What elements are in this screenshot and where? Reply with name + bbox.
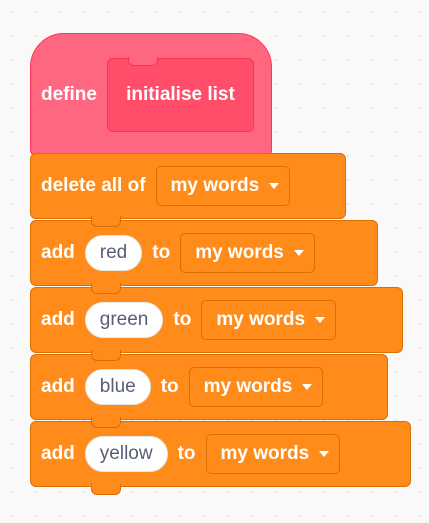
add-keyword: add: [41, 376, 75, 397]
list-dropdown-value: my words: [170, 175, 260, 196]
add-to-list-block[interactable]: add green to my words: [30, 287, 403, 361]
to-keyword: to: [177, 443, 196, 464]
item-input[interactable]: green: [84, 302, 164, 338]
define-keyword: define: [41, 83, 97, 105]
block-tab: [91, 350, 121, 361]
list-dropdown[interactable]: my words: [201, 300, 337, 340]
list-dropdown-value: my words: [216, 309, 306, 330]
custom-block-name: initialise list: [126, 83, 235, 105]
dropdown-arrow-icon: [269, 183, 280, 189]
list-dropdown[interactable]: my words: [205, 434, 341, 474]
list-dropdown[interactable]: my words: [180, 233, 315, 273]
delete-all-block[interactable]: delete all of my words: [30, 153, 346, 227]
block-tab: [91, 283, 121, 294]
add-to-list-block[interactable]: add red to my words: [30, 220, 378, 294]
dropdown-arrow-icon: [315, 317, 326, 323]
block-tab: [91, 417, 121, 428]
list-dropdown-value: my words: [220, 443, 310, 464]
add-to-list-block[interactable]: add yellow to my words: [30, 421, 411, 495]
dropdown-arrow-icon: [319, 451, 330, 457]
to-keyword: to: [173, 309, 192, 330]
add-keyword: add: [41, 309, 75, 330]
to-keyword: to: [160, 376, 179, 397]
dropdown-arrow-icon: [302, 384, 313, 390]
item-input-value: blue: [99, 376, 136, 397]
list-dropdown-value: my words: [203, 376, 293, 397]
item-input-value: yellow: [99, 443, 153, 464]
block-tab: [91, 484, 121, 495]
dropdown-arrow-icon: [293, 250, 304, 256]
list-dropdown[interactable]: my words: [188, 367, 324, 407]
add-keyword: add: [41, 443, 75, 464]
item-input[interactable]: red: [84, 235, 143, 271]
item-input[interactable]: blue: [84, 369, 151, 405]
item-input[interactable]: yellow: [84, 436, 168, 472]
prototype-notch: [127, 57, 158, 66]
code-area: define initialise list delete all of my …: [0, 0, 429, 523]
delete-all-label: delete all of: [41, 175, 146, 196]
block-tab: [91, 216, 121, 227]
add-to-list-block[interactable]: add blue to my words: [30, 354, 388, 428]
custom-block-prototype[interactable]: initialise list: [106, 57, 254, 132]
list-dropdown[interactable]: my words: [155, 166, 291, 206]
define-block[interactable]: define initialise list: [30, 33, 272, 156]
list-dropdown-value: my words: [195, 242, 284, 263]
item-input-value: green: [99, 309, 149, 330]
item-input-value: red: [99, 242, 128, 263]
to-keyword: to: [152, 242, 171, 263]
add-keyword: add: [41, 242, 75, 263]
